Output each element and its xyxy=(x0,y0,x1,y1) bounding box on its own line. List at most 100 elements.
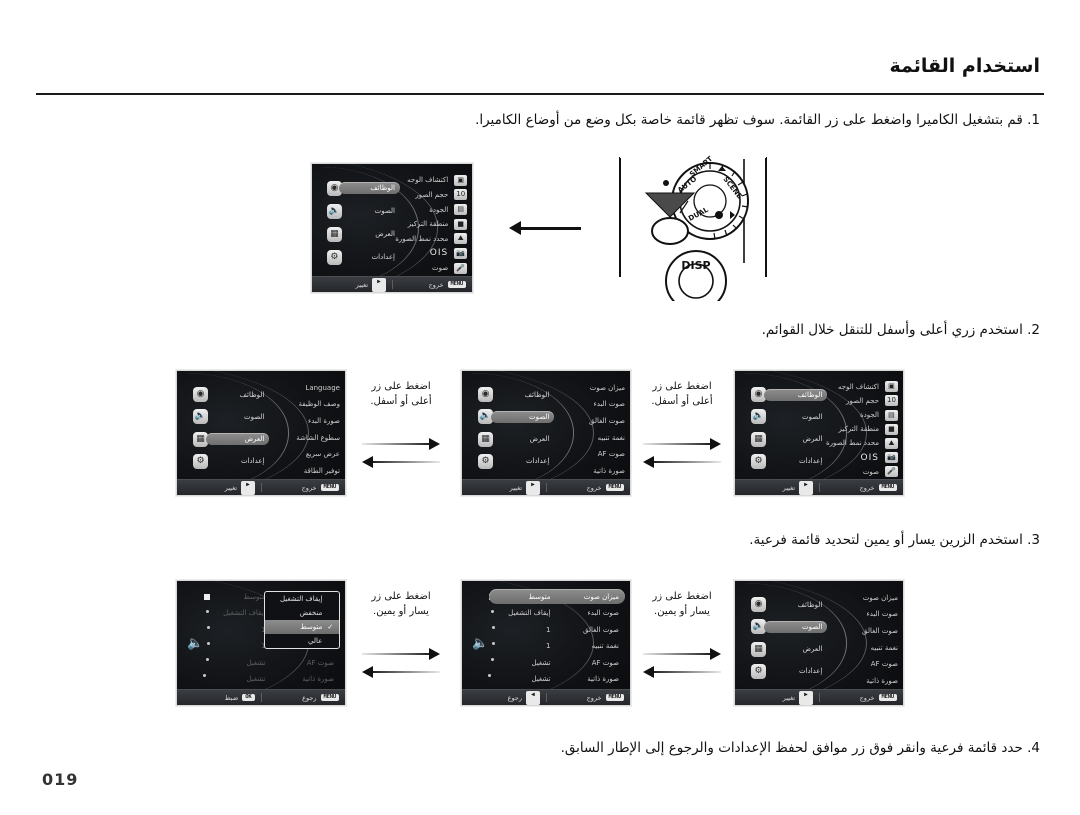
caption-line-2: يسار أو يمين. xyxy=(373,605,429,617)
bottom-bar-change[interactable]: ▶ تغيير xyxy=(177,480,261,495)
bottom-bar-exit[interactable]: MENU خروج xyxy=(262,484,346,492)
submenu-value: متوسط xyxy=(243,592,266,601)
submenu-value: 1 xyxy=(545,625,551,634)
menu-item[interactable]: ▣ اكتشاف الوجه xyxy=(378,174,468,186)
bottom-bar-exit[interactable]: MENU خروج xyxy=(820,484,904,492)
lcd-bottom-bar: MENU خروج ▶ تغيير xyxy=(312,276,472,292)
menu-item[interactable]: صورة ذاتية xyxy=(531,465,625,477)
menu-item[interactable]: نغمة تنبيه xyxy=(804,642,898,654)
menu-item-label: منطقة التركيز xyxy=(838,425,879,434)
bottom-bar-change[interactable]: ▶ تغيير xyxy=(462,480,546,495)
check-icon: ✓ xyxy=(327,622,334,631)
menu-item-label: ميزان صوت xyxy=(862,593,898,602)
menu-item[interactable]: ▣ اكتشاف الوجه xyxy=(804,381,898,393)
submenu-row[interactable]: نغمة تنبيه 1 xyxy=(489,639,625,654)
dropdown-option[interactable]: إيقاف التشغيل xyxy=(265,592,339,606)
bottom-bar-exit[interactable]: MENU خروج xyxy=(547,484,631,492)
sound-level-dropdown[interactable]: إيقاف التشغيل منخفض ✓ متوسط عالي xyxy=(264,590,341,649)
bottom-bar-back[interactable]: ◀ رجوع xyxy=(462,690,546,705)
submenu-value: 1 xyxy=(260,642,266,651)
menu-item[interactable]: ■ منطقة التركيز xyxy=(804,423,898,435)
menu-item-label: صوت xyxy=(432,264,449,273)
menu-item[interactable]: ■ منطقة التركيز xyxy=(378,218,468,230)
submenu-label: ميزان صوت xyxy=(583,592,619,601)
bottom-bar-change[interactable]: ▶ تغيير xyxy=(735,690,819,705)
change-label: تغيير xyxy=(509,483,523,492)
menu-item-label: توفير الطاقة xyxy=(303,466,340,475)
lcd-screen-function-menu-row2: ◉ 🔈 ▦ ⚙ الوظائف الصوت العرض إعدادات ▣ اك… xyxy=(734,370,904,496)
menu-item[interactable]: صورة البدء xyxy=(246,415,340,427)
menu-item-label: اكتشاف الوجه xyxy=(407,176,449,185)
menu-item[interactable]: صوت الغالق xyxy=(531,415,625,427)
lcd-bottom-bar: MENU خروج ▶ تغيير xyxy=(177,479,345,495)
menu-item[interactable]: صورة ذاتية xyxy=(804,675,898,687)
menu-item[interactable]: 10 حجم الصور xyxy=(804,395,898,407)
submenu-row[interactable]: ميزان صوت متوسط xyxy=(488,589,625,605)
lcd-screen-sound-dropdown: 🔈 ميزان صوت متوسط صوت البدء إيقاف التشغي… xyxy=(176,580,346,706)
submenu-row[interactable]: صورة ذاتية تشغيل xyxy=(204,672,340,687)
menu-item[interactable]: 📷 OIS xyxy=(804,452,898,464)
lcd-screen-sound-menu: ◉ 🔈 ▦ ⚙ الوظائف الصوت العرض إعدادات ميزا… xyxy=(461,370,631,496)
menu-item[interactable]: صوت AF xyxy=(804,658,898,670)
menu-item-label: حجم الصور xyxy=(415,190,449,199)
menu-item[interactable]: نغمة تنبيه xyxy=(531,432,625,444)
bottom-bar-exit[interactable]: MENU خروج xyxy=(547,694,631,702)
function-menu-list: ▣ اكتشاف الوجه 10 حجم الصور ▤ الجودة ■ م… xyxy=(378,173,468,275)
manual-page: استخدام القائمة 1. قم بتشغيل الكاميرا وا… xyxy=(0,0,1080,815)
menu-item[interactable]: ▤ الجودة xyxy=(804,409,898,421)
menu-item-label: صورة البدء xyxy=(307,417,340,425)
menu-item[interactable]: عرض سريع xyxy=(246,448,340,460)
menu-item[interactable]: سطوع الشاشة xyxy=(246,432,340,444)
bottom-bar-change[interactable]: ▶ تغيير xyxy=(735,480,819,495)
back-label: رجوع xyxy=(302,693,317,702)
submenu-row[interactable]: صوت AF تشغيل xyxy=(489,655,625,670)
menu-item[interactable]: Language xyxy=(246,382,340,394)
menu-key: MENU xyxy=(878,483,897,492)
submenu-row[interactable]: صورة ذاتية تشغيل xyxy=(489,672,625,687)
step-1-text: 1. قم بتشغيل الكاميرا واضغط على زر القائ… xyxy=(475,112,1040,128)
bottom-bar-set[interactable]: OK ضبط xyxy=(177,694,261,702)
arrow-shaft xyxy=(371,461,440,463)
bottom-bar-back[interactable]: MENU رجوع xyxy=(262,694,346,702)
caption-up-down-right: اضغط على زر أعلى أو أسفل. xyxy=(638,380,726,409)
menu-item[interactable]: صوت البدء xyxy=(531,398,625,410)
dropdown-option-label: عالي xyxy=(307,636,323,645)
bottom-bar-exit[interactable]: MENU خروج xyxy=(393,281,473,289)
submenu-row[interactable]: صوت الغالق 1 xyxy=(489,622,625,637)
menu-item[interactable]: 🎤 صوت xyxy=(378,262,468,274)
submenu-row[interactable]: صوت البدء إيقاف التشغيل xyxy=(489,606,625,621)
menu-item[interactable]: صوت AF xyxy=(531,448,625,460)
menu-key: MENU xyxy=(320,693,339,702)
menu-item[interactable]: ⛰ محدد نمط الصورة xyxy=(378,233,468,245)
bottom-bar-exit[interactable]: MENU خروج xyxy=(820,694,904,702)
dropdown-option[interactable]: عالي xyxy=(265,634,339,648)
ok-key: OK xyxy=(242,693,255,702)
dropdown-option-selected[interactable]: ✓ متوسط xyxy=(265,619,340,634)
submenu-label: صوت الغالق xyxy=(583,625,619,634)
menu-item[interactable]: توفير الطاقة xyxy=(246,465,340,477)
menu-item[interactable]: ميزان صوت xyxy=(531,382,625,394)
set-label: ضبط xyxy=(224,693,239,702)
dropdown-option[interactable]: منخفض xyxy=(265,606,339,620)
menu-item[interactable]: صوت الغالق xyxy=(804,625,898,637)
menu-item-label: عرض سريع xyxy=(305,450,340,459)
menu-item[interactable]: ▤ الجودة xyxy=(378,204,468,216)
menu-item[interactable]: 📷 OIS xyxy=(378,247,468,259)
camera-mode-dial-photo: AUTO SMART SCENE DUAL DISP xyxy=(617,152,771,302)
submenu-row[interactable]: صوت AF تشغيل xyxy=(204,655,340,670)
change-label: تغيير xyxy=(782,483,796,492)
step-3-text: 3. استخدم الزرين يسار أو يمين لتحديد قائ… xyxy=(749,532,1040,548)
menu-item[interactable]: ميزان صوت xyxy=(804,592,898,604)
menu-item[interactable]: صوت البدء xyxy=(804,608,898,620)
caption-line-1: اضغط على زر xyxy=(652,591,712,602)
menu-item[interactable]: 10 حجم الصور xyxy=(378,189,468,201)
change-label: تغيير xyxy=(224,483,238,492)
menu-item[interactable]: وصف الوظيفة xyxy=(246,398,340,410)
bottom-bar-change[interactable]: ▶ تغيير xyxy=(312,277,392,292)
menu-item[interactable]: ⛰ محدد نمط الصورة xyxy=(804,437,898,449)
lcd-bottom-bar: MENU خروج ▶ تغيير xyxy=(462,479,630,495)
arrow-pair-left-row3 xyxy=(362,648,440,678)
menu-item-label: ميزان صوت xyxy=(589,383,625,392)
menu-item[interactable]: 🎤 صوت xyxy=(804,466,898,478)
exit-label: خروج xyxy=(301,483,317,492)
